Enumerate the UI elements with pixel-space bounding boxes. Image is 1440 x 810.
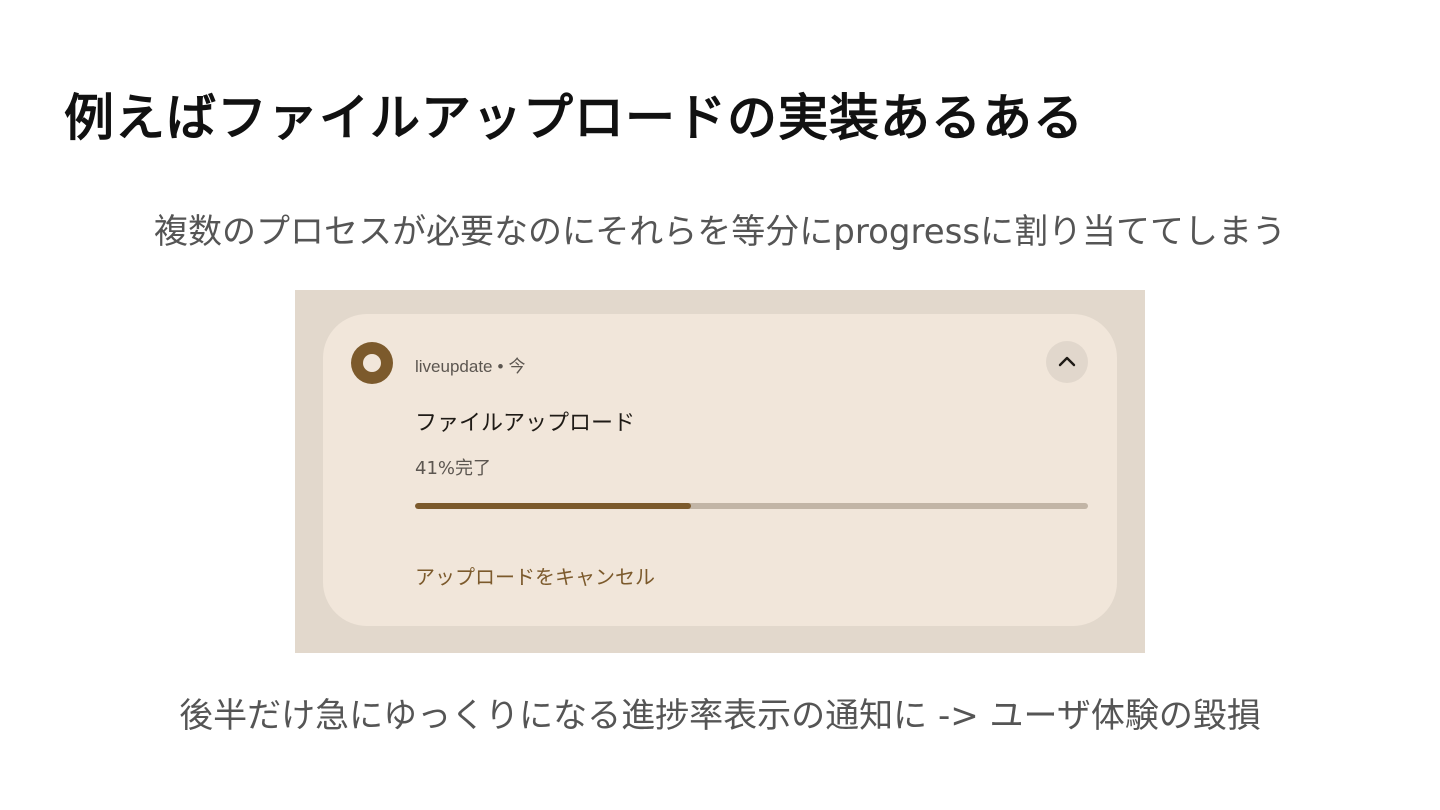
notification-screenshot: liveupdate • 今 ファイルアップロード 41%完了 アップロードをキャン…	[295, 290, 1145, 653]
notification-title: ファイルアップロード	[415, 411, 636, 436]
slide-title: 例えばファイルアップロードの実装あるある	[64, 89, 1084, 147]
notification-card[interactable]: liveupdate • 今 ファイルアップロード 41%完了 アップロードをキャン…	[323, 314, 1117, 626]
cancel-upload-button[interactable]: アップロードをキャンセル	[415, 561, 655, 590]
app-ring-icon	[351, 342, 393, 384]
collapse-button[interactable]	[1046, 341, 1088, 383]
progress-fill	[415, 503, 691, 509]
progress-bar	[415, 503, 1088, 509]
app-name: liveupdate	[415, 357, 493, 376]
header-separator: •	[497, 357, 504, 376]
slide-subtitle: 複数のプロセスが必要なのにそれらを等分にprogressに割り当ててしまう	[153, 212, 1287, 252]
notification-time: 今	[508, 357, 526, 376]
notification-text: 41%完了	[415, 458, 492, 479]
notification-header: liveupdate • 今	[415, 352, 525, 377]
slide-caption: 後半だけ急にゆっくりになる進捗率表示の通知に -> ユーザ体験の毀損	[179, 696, 1261, 736]
chevron-up-icon	[1058, 356, 1076, 367]
